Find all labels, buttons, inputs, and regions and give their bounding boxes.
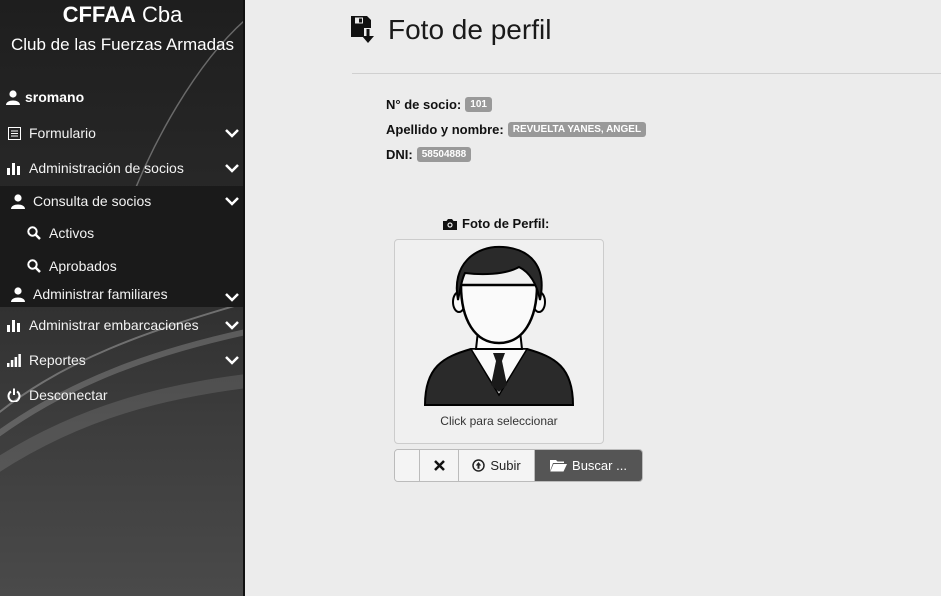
chevron-down-icon [225,125,239,141]
nombre-row: Apellido y nombre: REVUELTA YANES, ANGEL [386,122,647,137]
camera-icon [443,218,457,230]
remove-button[interactable] [420,450,459,481]
sidebar-item-label: Consulta de socios [33,193,152,209]
upload-button-group: Subir Buscar ... [394,449,643,482]
nombre-badge: REVUELTA YANES, ANGEL [507,122,647,137]
foto-label: Foto de Perfil: [443,216,549,231]
dni-badge: 58504888 [416,147,472,162]
user-info[interactable]: sromano [6,89,84,105]
page-title: Foto de perfil [350,14,551,46]
socio-label: N° de socio: [386,97,462,112]
upload-button-label: Subir [490,458,521,473]
sidebar: CFFAA Cba Club de las Fuerzas Armadas sr… [0,0,245,596]
dni-row: DNI: 58504888 [386,147,472,162]
chevron-down-icon [225,352,239,368]
sidebar-item-reportes[interactable]: Reportes [0,351,243,369]
chevron-down-icon [225,193,239,209]
brand-subtitle: Club de las Fuerzas Armadas [11,35,234,54]
avatar-placeholder-icon [423,245,575,406]
chevron-down-icon [225,160,239,176]
sidebar-item-label: Formulario [29,125,96,141]
user-icon [10,193,26,209]
file-name-display[interactable] [395,450,420,481]
socio-badge: 101 [465,97,492,112]
sidebar-item-desconectar[interactable]: Desconectar [0,386,243,404]
bar-chart-icon [6,317,22,333]
list-icon [6,125,22,141]
page-title-text: Foto de perfil [388,14,552,45]
title-divider [352,73,941,74]
profile-photo-dropzone[interactable]: Click para seleccionar [394,239,604,444]
dni-label: DNI: [386,147,413,162]
bar-chart-icon [6,160,22,176]
sidebar-item-administrar-familiares[interactable]: Administrar familiares [0,285,243,303]
sidebar-item-administracion-socios[interactable]: Administración de socios [0,159,243,177]
foto-label-text: Foto de Perfil: [462,216,550,231]
sidebar-item-label: Administrar embarcaciones [29,317,199,333]
folder-open-icon [550,460,568,472]
search-icon [26,225,42,241]
save-download-icon [351,16,374,43]
browse-button-label: Buscar ... [572,458,627,473]
upload-button[interactable]: Subir [459,450,535,481]
sidebar-item-aprobados[interactable]: Aprobados [0,257,243,275]
search-icon [26,258,42,274]
brand-title: CFFAA Cba [62,2,183,27]
chevron-down-icon [225,289,239,305]
click-to-select-label: Click para seleccionar [440,414,558,428]
power-icon [6,387,22,403]
sidebar-item-activos[interactable]: Activos [0,224,243,242]
sidebar-item-label: Activos [49,225,95,241]
sidebar-edge [243,0,245,596]
sidebar-item-formulario[interactable]: Formulario [0,124,243,142]
nombre-label: Apellido y nombre: [386,122,504,137]
sidebar-item-label: Administrar familiares [33,286,168,302]
username: sromano [25,89,85,105]
sidebar-item-label: Administración de socios [29,160,184,176]
sidebar-item-administrar-embarcaciones[interactable]: Administrar embarcaciones [0,316,243,334]
user-icon [6,89,20,105]
signal-icon [6,352,22,368]
sidebar-item-label: Reportes [29,352,86,368]
browse-button[interactable]: Buscar ... [535,450,642,481]
main-content: Foto de perfil N° de socio: 101 Apellido… [246,0,941,596]
sidebar-item-label: Desconectar [29,387,108,403]
socio-row: N° de socio: 101 [386,97,492,112]
user-icon [10,286,26,302]
upload-circle-icon [472,459,486,472]
chevron-down-icon [225,317,239,333]
close-icon [433,460,445,471]
sidebar-item-consulta-socios[interactable]: Consulta de socios [0,192,243,210]
sidebar-item-label: Aprobados [49,258,117,274]
